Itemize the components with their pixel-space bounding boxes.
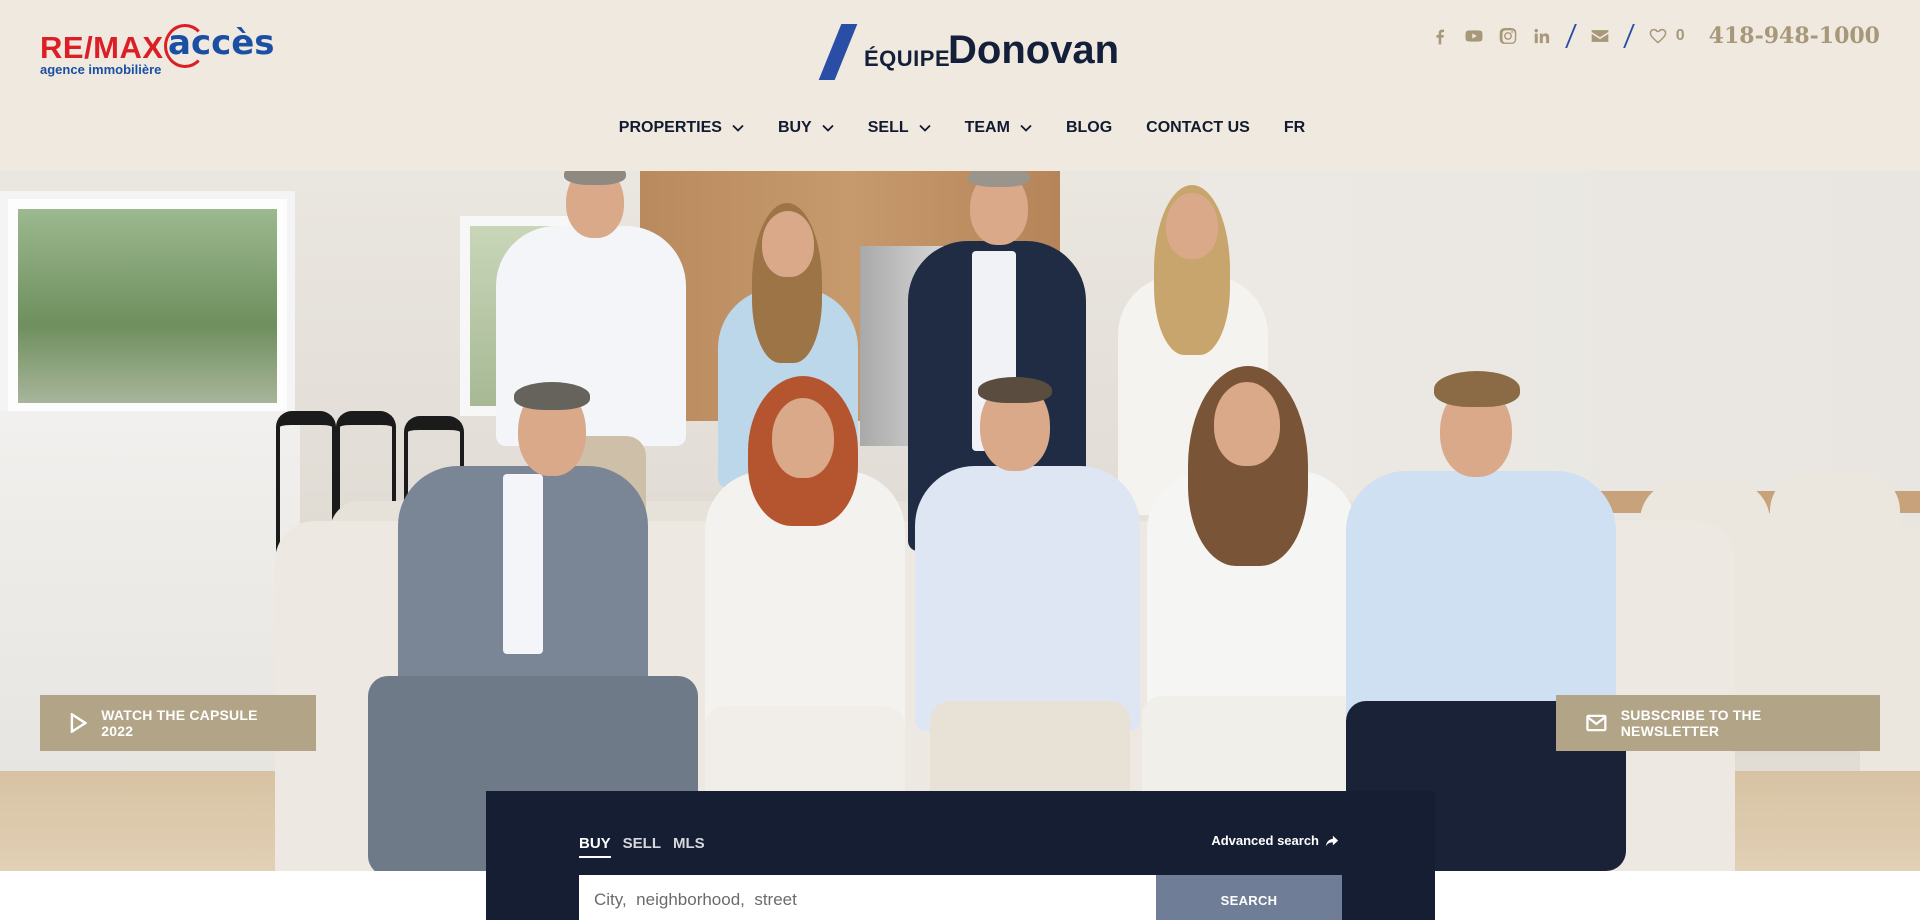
nav-item-buy[interactable]: BUY — [778, 116, 834, 140]
favorites-count: 0 — [1675, 27, 1685, 44]
nav-item-team[interactable]: TEAM — [965, 116, 1032, 140]
team-logo-slash — [818, 24, 858, 80]
share-arrow-icon — [1325, 835, 1339, 846]
advanced-search-link[interactable]: Advanced search — [1211, 833, 1339, 848]
chevron-down-icon — [918, 124, 931, 132]
newsletter-button[interactable]: SUBSCRIBE TO THE NEWSLETTER — [1556, 695, 1880, 751]
site-header: RE/MAX accès agence immobilière ÉQUIPE D… — [0, 0, 1920, 171]
nav-item-properties[interactable]: PROPERTIES — [619, 116, 744, 140]
main-nav: PROPERTIES BUY SELL TEAM BLOG CONTACT US — [0, 116, 1920, 140]
hero-team-photo: WATCH THE CAPSULE 2022 SUBSCRIBE TO THE … — [0, 171, 1920, 871]
hero-window — [0, 191, 295, 421]
search-button[interactable]: SEARCH — [1156, 875, 1342, 920]
chevron-down-icon — [1020, 124, 1032, 132]
team-logo[interactable]: ÉQUIPE Donovan — [818, 24, 1119, 80]
watch-capsule-label: WATCH THE CAPSULE 2022 — [101, 707, 258, 739]
nav-item-label: TEAM — [964, 119, 1010, 136]
page: RE/MAX accès agence immobilière ÉQUIPE D… — [0, 0, 1920, 920]
property-search-panel: BUY SELL MLS Advanced search SEARCH — [486, 791, 1435, 920]
nav-item-label: BUY — [777, 119, 812, 136]
nav-item-blog[interactable]: BLOG — [1066, 116, 1112, 140]
instagram-icon[interactable] — [1498, 26, 1518, 46]
phone-link[interactable]: 418-948-1000 — [1709, 23, 1880, 49]
agency-logo[interactable]: RE/MAX accès agence immobilière — [40, 23, 280, 78]
mail-icon — [1586, 714, 1607, 732]
heart-icon[interactable] — [1648, 26, 1668, 46]
utility-separator — [1622, 24, 1635, 48]
nav-item-label: CONTACT US — [1146, 119, 1250, 136]
agency-tagline: agence immobilière — [40, 62, 162, 77]
chevron-down-icon — [822, 124, 834, 132]
search-tabs: BUY SELL MLS — [579, 835, 705, 858]
advanced-search-label: Advanced search — [1211, 833, 1319, 848]
nav-item-contact[interactable]: CONTACT US — [1146, 116, 1250, 140]
nav-item-label: FR — [1283, 119, 1306, 136]
agency-secondary-name: accès — [168, 23, 275, 63]
nav-item-label: BLOG — [1065, 119, 1113, 136]
newsletter-label: SUBSCRIBE TO THE NEWSLETTER — [1620, 707, 1762, 739]
nav-item-sell[interactable]: SELL — [868, 116, 931, 140]
facebook-icon[interactable] — [1430, 26, 1450, 46]
nav-item-label: SELL — [867, 119, 909, 136]
agency-primary-name: RE/MAX — [40, 30, 164, 65]
youtube-icon[interactable] — [1464, 26, 1484, 46]
nav-item-label: PROPERTIES — [618, 119, 722, 136]
search-input[interactable] — [579, 875, 1156, 920]
linkedin-icon[interactable] — [1532, 26, 1552, 46]
tab-buy[interactable]: BUY — [579, 835, 611, 858]
watch-capsule-button[interactable]: WATCH THE CAPSULE 2022 — [40, 695, 316, 751]
top-utility-bar: 0 418-948-1000 — [1430, 18, 1880, 54]
mail-icon[interactable] — [1590, 26, 1610, 46]
team-prefix: ÉQUIPE — [864, 46, 951, 71]
nav-item-language[interactable]: FR — [1284, 116, 1305, 140]
tab-mls[interactable]: MLS — [673, 835, 705, 858]
team-name: Donovan — [948, 28, 1120, 72]
utility-separator — [1564, 24, 1577, 48]
play-icon — [70, 713, 88, 733]
tab-sell[interactable]: SELL — [623, 835, 661, 858]
chevron-down-icon — [732, 124, 744, 132]
